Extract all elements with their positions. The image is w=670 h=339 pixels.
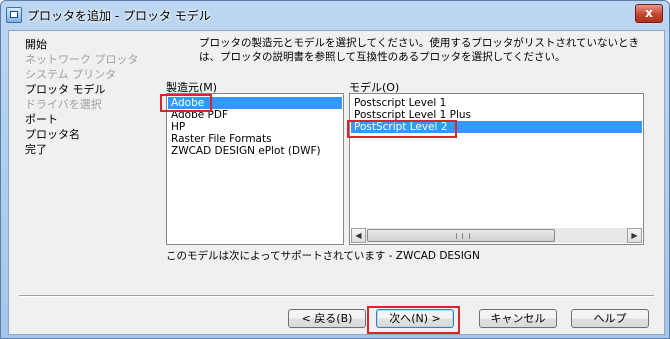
step-select-driver: ドライバを選択 [25, 98, 102, 111]
model-item[interactable]: Postscript Level 1 Plus [351, 109, 642, 121]
step-system-printer: システム プリンタ [25, 68, 117, 81]
instructions-text: プロッタの製造元とモデルを選択してください。使用するプロッタがリストされていない… [199, 37, 640, 63]
cancel-button[interactable]: キャンセル [479, 309, 557, 328]
model-list-scrollbar[interactable]: ◀ ▶ [351, 228, 642, 243]
step-start: 開始 [25, 38, 47, 51]
manufacturer-list[interactable]: Adobe Adobe PDF HP Raster File Formats Z… [166, 93, 344, 245]
grip-icon [456, 233, 470, 239]
help-button[interactable]: ヘルプ [571, 309, 649, 328]
step-port: ポート [25, 113, 58, 126]
model-item[interactable]: Postscript Level 1 [351, 97, 642, 109]
step-plotter-name: プロッタ名 [25, 128, 80, 141]
step-plotter-model: プロッタ モデル [25, 83, 106, 96]
back-button[interactable]: < 戻る(B) [288, 309, 366, 328]
support-text: このモデルは次によってサポートされています - ZWCAD DESIGN [166, 250, 480, 262]
scrollbar-thumb[interactable] [367, 229, 555, 242]
wizard-steps: 開始 ネットワーク プロッタ システム プリンタ プロッタ モデル ドライバを選… [25, 37, 145, 157]
model-list[interactable]: Postscript Level 1 Postscript Level 1 Pl… [349, 93, 644, 245]
plotter-icon [6, 7, 22, 23]
scroll-left-button[interactable]: ◀ [351, 228, 366, 243]
manufacturer-item[interactable]: ZWCAD DESIGN ePlot (DWF) [168, 145, 342, 157]
separator [19, 295, 654, 297]
step-finish: 完了 [25, 143, 47, 156]
next-button[interactable]: 次へ(N) > [376, 309, 454, 328]
step-network-plotter: ネットワーク プロッタ [25, 53, 139, 66]
manufacturer-item[interactable]: Adobe [168, 97, 342, 109]
manufacturer-item[interactable]: Raster File Formats [168, 133, 342, 145]
dialog-body: 開始 ネットワーク プロッタ システム プリンタ プロッタ モデル ドライバを選… [8, 30, 665, 335]
manufacturer-item[interactable]: HP [168, 121, 342, 133]
add-plotter-dialog: プロッタを追加 - プロッタ モデル x 開始 ネットワーク プロッタ システム… [0, 0, 670, 339]
window-title: プロッタを追加 - プロッタ モデル [27, 9, 211, 23]
model-item[interactable]: PostScript Level 2 [351, 121, 642, 133]
title-bar: プロッタを追加 - プロッタ モデル x [1, 1, 669, 29]
close-button[interactable]: x [635, 4, 663, 23]
scroll-right-button[interactable]: ▶ [627, 228, 642, 243]
manufacturer-item[interactable]: Adobe PDF [168, 109, 342, 121]
